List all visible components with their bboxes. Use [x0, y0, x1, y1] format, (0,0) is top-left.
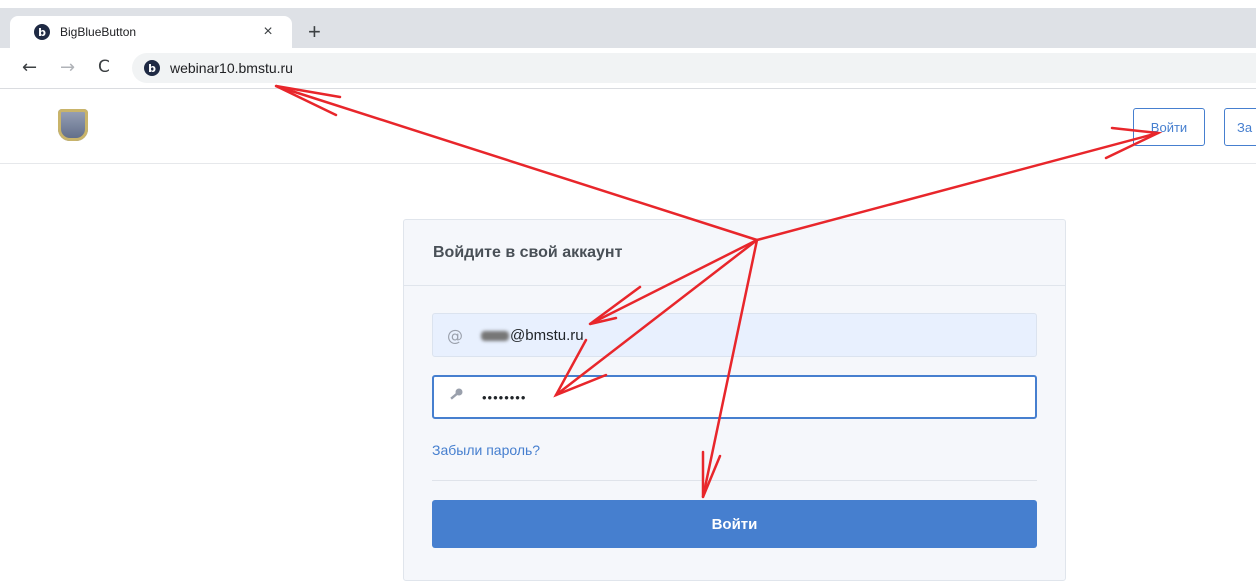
url-omnibox[interactable]: b webinar10.bmstu.ru: [132, 53, 1256, 83]
new-tab-button[interactable]: +: [308, 21, 321, 43]
login-card: Войдите в свой аккаунт @ @bmstu.ru •••••…: [403, 219, 1066, 581]
url-text[interactable]: webinar10.bmstu.ru: [170, 60, 293, 76]
header-login-button[interactable]: Войти: [1133, 108, 1205, 146]
browser-tab[interactable]: b BigBlueButton ×: [10, 16, 292, 48]
login-card-title: Войдите в свой аккаунт: [404, 220, 1065, 286]
address-bar-row: ← → C b webinar10.bmstu.ru: [0, 48, 1256, 89]
bigbluebutton-favicon-icon: b: [34, 24, 50, 40]
back-arrow-icon[interactable]: ←: [22, 57, 37, 78]
login-submit-button[interactable]: Войти: [432, 500, 1037, 548]
site-header: Войти За: [0, 89, 1256, 164]
header-signup-button[interactable]: За: [1224, 108, 1256, 146]
password-field[interactable]: ••••••••: [432, 375, 1037, 419]
divider: [432, 480, 1037, 481]
forgot-password-link[interactable]: Забыли пароль?: [432, 442, 540, 458]
at-sign-icon: @: [447, 325, 463, 345]
tab-close-icon[interactable]: ×: [258, 23, 278, 41]
redacted-username: [481, 330, 509, 341]
key-icon: [448, 387, 468, 407]
crest-logo-icon[interactable]: [58, 109, 88, 141]
forward-arrow-icon[interactable]: →: [60, 57, 75, 78]
email-field[interactable]: @ @bmstu.ru: [432, 313, 1037, 357]
email-value: @bmstu.ru: [481, 327, 584, 344]
site-favicon-icon: b: [144, 60, 160, 76]
reload-icon[interactable]: C: [98, 57, 110, 77]
tab-title: BigBlueButton: [60, 25, 137, 39]
browser-tab-strip: b BigBlueButton × +: [0, 8, 1256, 48]
document-sliver: [0, 0, 1256, 8]
password-value: ••••••••: [482, 389, 527, 405]
